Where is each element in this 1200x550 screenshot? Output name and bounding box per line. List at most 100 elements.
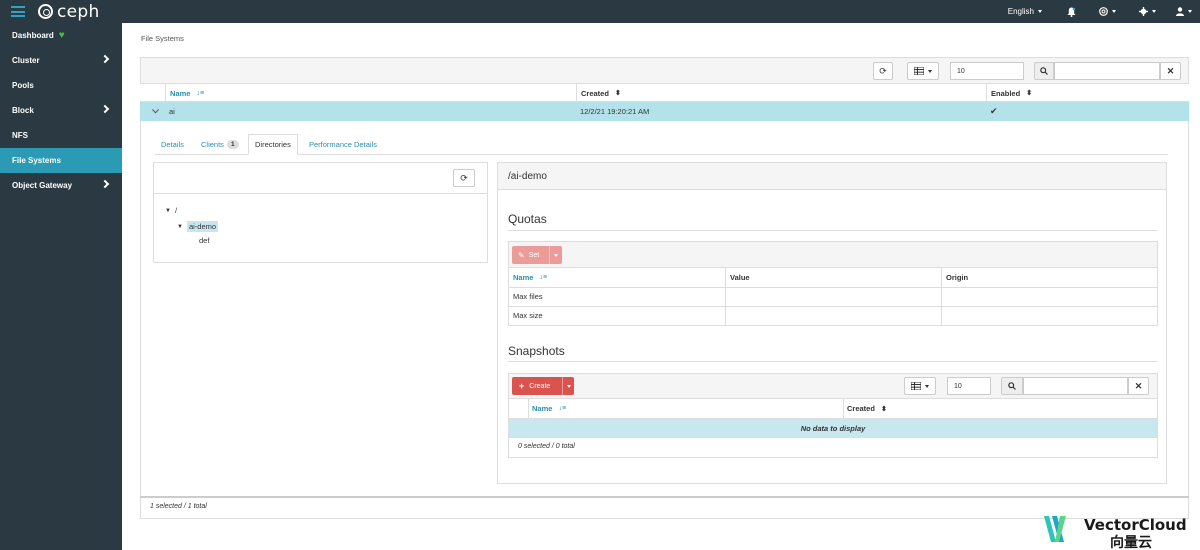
column-label: Name [532, 404, 553, 413]
sidebar-item-label: Object Gateway [12, 181, 73, 190]
refresh-icon: ⟳ [460, 172, 468, 183]
snapshots-heading: Snapshots [508, 344, 565, 358]
directory-path-title: /ai-demo [498, 163, 1166, 190]
gear-icon[interactable] [1139, 0, 1156, 23]
clear-search-button[interactable]: ✕ [1160, 62, 1181, 80]
sidebar-item-cluster[interactable]: Cluster [0, 48, 122, 73]
cell-name: ai [169, 107, 175, 116]
clear-search-button[interactable]: ✕ [1128, 377, 1149, 395]
tab-details[interactable]: Details [155, 134, 190, 155]
sort-asc-icon: ↓≡ [539, 274, 548, 281]
sidebar-item-file-systems[interactable]: File Systems [0, 148, 122, 173]
tab-label: Performance Details [309, 140, 377, 149]
top-navbar: ceph English [0, 0, 1200, 23]
refresh-tree-button[interactable]: ⟳ [453, 169, 475, 187]
bell-icon[interactable] [1067, 0, 1076, 23]
sort-asc-icon: ↓≡ [196, 89, 205, 97]
button-label: Create [529, 382, 551, 390]
sidebar-item-dashboard[interactable]: Dashboard ♥ [0, 23, 122, 48]
enabled-check-icon: ✔ [990, 106, 998, 116]
language-selector[interactable]: English [1008, 0, 1042, 23]
search-input[interactable] [1054, 62, 1160, 80]
sidebar-item-block[interactable]: Block [0, 98, 122, 123]
column-toggle-button[interactable] [907, 62, 939, 80]
divider [140, 518, 1189, 519]
close-icon: ✕ [1166, 65, 1175, 76]
table-header: Name ↓≡ Created ⬍ Enabled ⬍ [140, 84, 1189, 102]
column-label: Name [170, 88, 191, 98]
tab-label: Directories [255, 140, 291, 149]
sidebar-item-pools[interactable]: Pools [0, 73, 122, 98]
refresh-button[interactable]: ⟳ [873, 62, 893, 80]
sidebar-item-label: NFS [12, 131, 28, 140]
empty-state-message: No data to display [509, 419, 1157, 437]
page-size-input[interactable]: 10 [950, 62, 1024, 80]
tree-node-def[interactable]: def [199, 236, 209, 245]
sidebar-item-label: Block [12, 106, 34, 115]
quota-col-name[interactable]: Name ↓≡ [513, 268, 547, 287]
ceph-logo[interactable]: ceph [38, 1, 100, 22]
snap-search-input[interactable] [1023, 377, 1128, 395]
tab-clients[interactable]: Clients 1 [195, 134, 245, 155]
detail-tabs: Details Clients 1 Directories Performance… [155, 134, 1168, 155]
column-header-name[interactable]: Name ↓≡ [165, 84, 576, 102]
snap-page-size-input[interactable]: 10 [947, 377, 991, 395]
quota-col-value[interactable]: Value [730, 268, 750, 287]
search-icon [1001, 377, 1023, 395]
close-icon: ✕ [1134, 380, 1143, 391]
tab-performance-details[interactable]: Performance Details [303, 134, 383, 155]
table-row[interactable]: ai 12/2/21 19:20:21 AM ✔ [140, 102, 1189, 121]
tree-node-label: def [199, 236, 210, 245]
divider [140, 496, 1189, 498]
sort-icon: ⬍ [1026, 90, 1033, 97]
language-label: English [1007, 7, 1034, 16]
expand-triangle-icon: ▼ [165, 207, 171, 214]
column-header-created[interactable]: Created ⬍ [576, 84, 986, 102]
column-toggle-button[interactable] [904, 377, 936, 395]
vectorcloud-logo-icon [1044, 516, 1066, 542]
column-label: Created [847, 404, 875, 413]
snap-col-created[interactable]: Created ⬍ [847, 399, 887, 418]
column-label: Name [513, 273, 534, 282]
button-label: Set [528, 251, 540, 259]
plus-icon: + [519, 381, 525, 391]
tree-node-root[interactable]: ▼ / [165, 206, 177, 215]
tree-node-label: ai-demo [186, 221, 219, 232]
create-snapshot-button[interactable]: + Create [512, 377, 574, 395]
tree-node-ai-demo[interactable]: ▼ ai-demo [177, 221, 219, 232]
hamburger-menu-icon[interactable] [11, 6, 25, 17]
set-quota-button[interactable]: ✎ Set [512, 246, 562, 264]
chevron-down-icon[interactable] [148, 102, 164, 121]
health-heart-icon: ♥ [58, 30, 65, 41]
breadcrumb: File Systems [141, 34, 184, 43]
logo-text: ceph [57, 1, 100, 22]
create-dropdown-toggle[interactable] [562, 377, 574, 395]
sidebar-item-label: Pools [12, 81, 34, 90]
quota-row-max-size[interactable]: Max size [513, 306, 543, 325]
help-icon[interactable] [1099, 0, 1116, 23]
tree-node-label: / [174, 206, 178, 215]
directory-tree-panel: ⟳ ▼ / ▼ ai-demo def [153, 162, 488, 263]
user-icon[interactable] [1176, 0, 1192, 23]
chevron-right-icon [100, 104, 110, 114]
sidebar-item-label: Cluster [12, 56, 40, 65]
snap-col-name[interactable]: Name ↓≡ [532, 399, 566, 418]
sidebar-item-object-gateway[interactable]: Object Gateway [0, 173, 122, 198]
tab-label: Clients [201, 140, 224, 149]
quota-col-origin[interactable]: Origin [946, 268, 968, 287]
chevron-right-icon [100, 54, 110, 64]
tab-directories[interactable]: Directories [248, 134, 298, 155]
quotas-heading: Quotas [508, 212, 547, 226]
sidebar-item-nfs[interactable]: NFS [0, 123, 122, 148]
refresh-icon: ⟳ [879, 65, 887, 76]
divider [508, 230, 1157, 231]
sidebar: Dashboard ♥ Cluster Pools Block NFS File… [0, 23, 122, 550]
column-label: Enabled [991, 88, 1021, 98]
sidebar-item-label: Dashboard [12, 31, 54, 40]
snap-footer-count: 0 selected / 0 total [518, 443, 575, 450]
quota-row-max-files[interactable]: Max files [513, 287, 543, 306]
directory-tree-toolbar: ⟳ [154, 163, 487, 194]
column-header-enabled[interactable]: Enabled ⬍ [986, 84, 1189, 102]
table-toolbar: ⟳ 10 ✕ [140, 57, 1189, 84]
set-dropdown-toggle[interactable] [549, 246, 561, 264]
